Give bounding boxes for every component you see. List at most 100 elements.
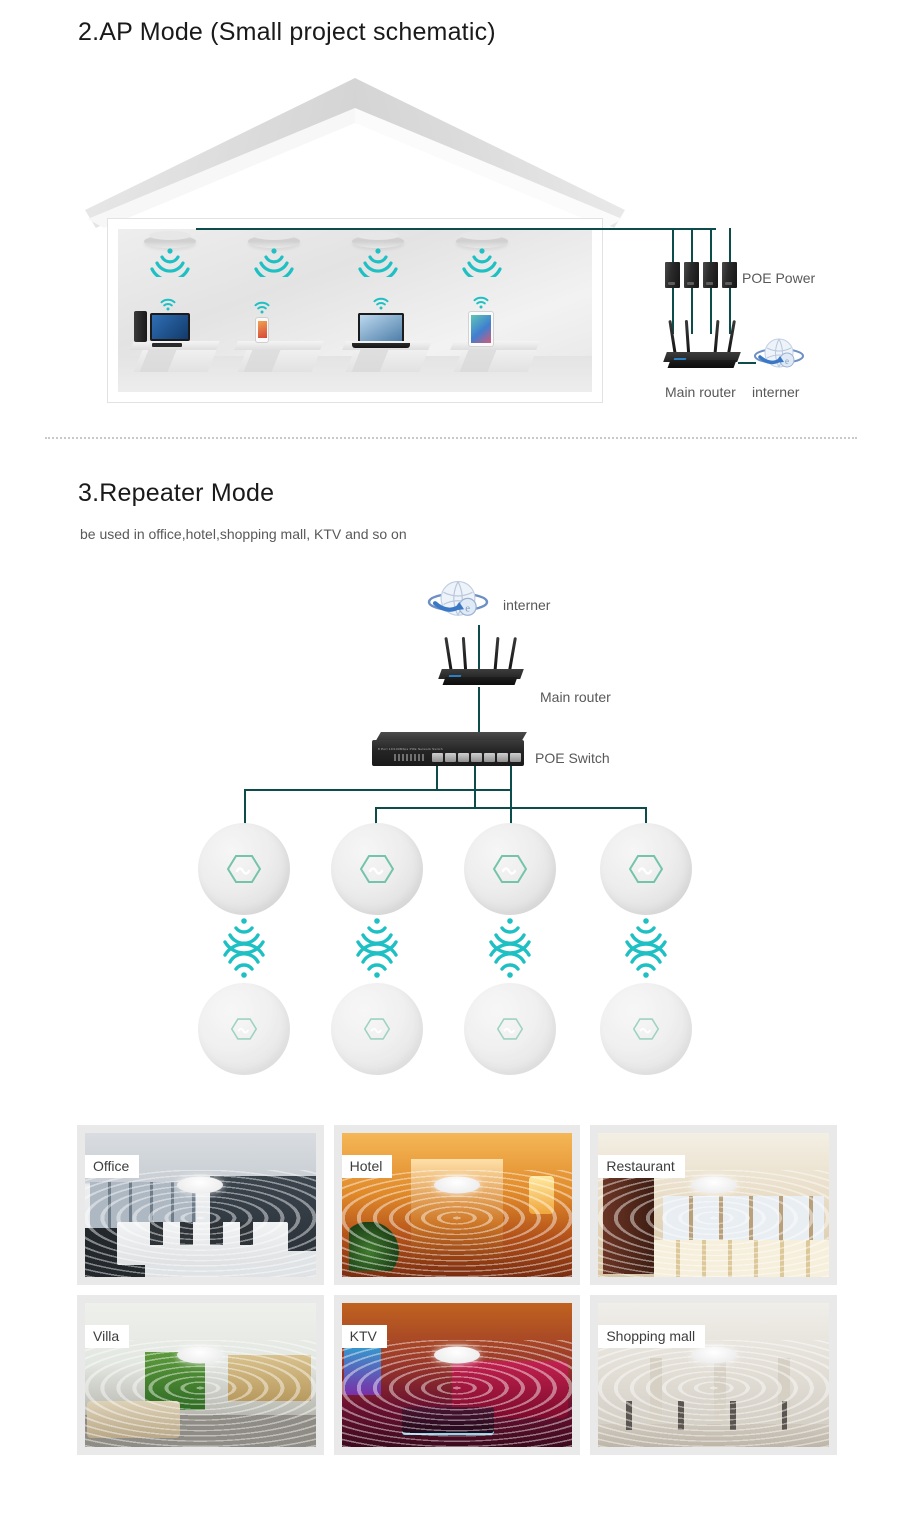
gallery-photo: KTV	[341, 1303, 573, 1447]
roof	[85, 78, 625, 228]
ceiling-ap-icon	[690, 1176, 737, 1194]
ktv-table	[401, 1406, 494, 1433]
router-antenna-3	[493, 636, 500, 672]
gallery-caption: Restaurant	[598, 1155, 685, 1178]
hexagon-logo-icon	[226, 854, 262, 884]
access-point-bottom-1	[198, 983, 290, 1075]
switch-port	[432, 753, 443, 762]
wifi-signal-icon-3	[357, 247, 399, 277]
router-led	[448, 675, 462, 677]
main-router-label: Main router	[665, 384, 736, 400]
hexagon-logo-icon	[628, 854, 664, 884]
gallery-caption: Shopping mall	[598, 1325, 706, 1348]
router-antenna-1	[444, 636, 453, 672]
repeater-signal-icon-2	[349, 917, 405, 979]
hotel-corridor	[410, 1158, 504, 1263]
ap-mode-section: 2.AP Mode (Small project schematic) POE …	[0, 0, 900, 440]
gallery-card-restaurant[interactable]: Restaurant	[590, 1125, 837, 1285]
switch-port	[458, 753, 469, 762]
router-antenna-2	[461, 636, 468, 672]
ap-mode-title: 2.AP Mode (Small project schematic)	[78, 18, 496, 46]
switch-port	[471, 753, 482, 762]
repeater-signal-icon-3	[482, 917, 538, 979]
villa-sofa	[87, 1400, 180, 1439]
svg-text:e: e	[785, 356, 789, 366]
switch-port	[484, 753, 495, 762]
repeater-mode-section: 3.Repeater Mode be used in office,hotel,…	[0, 465, 900, 1105]
switch-leds	[394, 754, 426, 761]
gallery-photo: Shopping mall	[598, 1303, 829, 1447]
hotel-plant	[348, 1222, 400, 1272]
router-antenna-1	[668, 319, 677, 355]
repeater-mode-title: 3.Repeater Mode	[78, 479, 275, 507]
gallery-photo: Office	[85, 1133, 316, 1277]
gallery-caption: KTV	[341, 1325, 387, 1348]
gallery-card-ktv[interactable]: KTV	[333, 1295, 581, 1455]
hexagon-logo-icon	[496, 1018, 524, 1041]
restaurant-windows	[662, 1196, 825, 1246]
poe-injector-2	[684, 262, 699, 288]
house-schematic	[85, 78, 625, 418]
hexagon-logo-icon	[492, 854, 528, 884]
ceiling-ap-icon	[177, 1346, 224, 1364]
ceiling-ap-icon	[433, 1346, 480, 1364]
router-led	[673, 358, 687, 360]
svg-text:e: e	[465, 603, 470, 615]
access-point-top-2	[331, 823, 423, 915]
internet-label-ap: interner	[752, 384, 800, 400]
wifi-device-icon-3	[373, 297, 389, 310]
smartphone-device	[255, 317, 269, 343]
access-point-bottom-4	[600, 983, 692, 1075]
gallery-card-office[interactable]: Office	[77, 1125, 324, 1285]
gallery-photo: Villa	[85, 1303, 316, 1447]
gallery-photo: Hotel	[341, 1133, 573, 1277]
cable-switch-out-1	[436, 766, 438, 790]
router-body-front	[667, 360, 737, 368]
tablet-device	[468, 311, 494, 347]
mall-shoppers	[626, 1400, 788, 1430]
ceiling-ap-icon	[690, 1346, 737, 1364]
hexagon-logo-icon	[359, 854, 395, 884]
repeater-mode-subtitle: be used in office,hotel,shopping mall, K…	[80, 526, 407, 542]
repeater-signal-icon-4	[618, 917, 674, 979]
desk-top	[234, 341, 324, 350]
switch-port	[510, 753, 521, 762]
poe-switch-device: 8 Port 10/100Mbps POE Network Switch	[372, 730, 527, 766]
router-antenna-4	[508, 636, 517, 672]
cable-ceiling-trunk	[196, 228, 716, 230]
hotel-lamp	[528, 1176, 554, 1214]
gallery-caption: Villa	[85, 1325, 130, 1348]
laptop-base	[352, 343, 410, 348]
hexagon-logo-icon	[363, 1018, 391, 1041]
hexagon-logo-icon	[230, 1018, 258, 1041]
main-router-label-repeater: Main router	[540, 689, 611, 705]
switch-brand: 8 Port 10/100Mbps POE Network Switch	[378, 747, 443, 751]
internet-globe-icon: e	[752, 332, 806, 380]
main-router-device	[663, 319, 741, 370]
desk-2	[234, 341, 324, 379]
poe-injector-4	[722, 262, 737, 288]
application-gallery: Office Hotel Restaurant Villa KTV Shoppi…	[77, 1125, 837, 1455]
internet-label-repeater: interner	[503, 597, 551, 613]
office-chairs	[149, 1222, 256, 1246]
gallery-caption: Office	[85, 1155, 140, 1178]
wifi-signal-icon-2	[253, 247, 295, 277]
switch-port	[497, 753, 508, 762]
hexagon-logo-icon	[632, 1018, 660, 1041]
restaurant-column	[602, 1167, 654, 1275]
gallery-card-villa[interactable]: Villa	[77, 1295, 324, 1455]
poe-switch-label: POE Switch	[535, 750, 610, 766]
switch-face: 8 Port 10/100Mbps POE Network Switch	[372, 740, 524, 766]
cable-to-ap-3	[510, 789, 512, 825]
wifi-device-icon-2	[254, 301, 270, 314]
cable-switch-out-2	[474, 766, 476, 808]
gallery-card-shopping-mall[interactable]: Shopping mall	[590, 1295, 837, 1455]
gallery-card-hotel[interactable]: Hotel	[333, 1125, 581, 1285]
wifi-device-icon-1	[160, 298, 176, 311]
access-point-bottom-2	[331, 983, 423, 1075]
villa-kitchen	[228, 1354, 312, 1401]
gallery-caption: Hotel	[341, 1155, 393, 1178]
ceiling-ap-icon	[433, 1176, 480, 1194]
ceiling-ap-icon	[177, 1176, 224, 1194]
cable-to-ap-1	[244, 789, 246, 825]
